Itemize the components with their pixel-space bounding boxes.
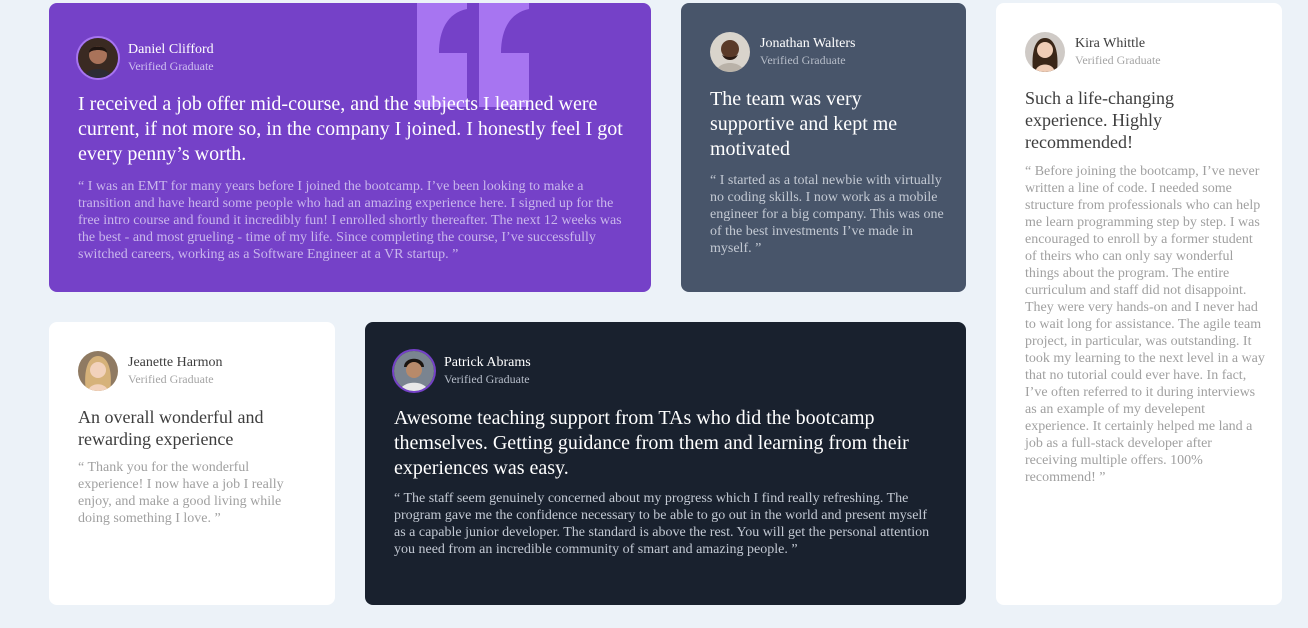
testimonial-headline: Such a life-changing experience. Highly … <box>1025 88 1174 152</box>
author-name: Jeanette Harmon <box>128 355 223 370</box>
testimonial-headline: Awesome teaching support from TAs who di… <box>394 407 909 479</box>
testimonial-headline: I received a job offer mid-course, and t… <box>78 93 623 165</box>
testimonial-body: “ Thank you for the wonderful experience… <box>78 460 284 526</box>
testimonial-card-kira: Kira Whittle Verified Graduate Such a li… <box>996 3 1282 605</box>
avatar <box>78 38 118 78</box>
author: Daniel Clifford Verified Graduate <box>78 38 214 78</box>
testimonial-card-patrick: Patrick Abrams Verified Graduate Awesome… <box>365 322 966 605</box>
author-status: Verified Graduate <box>128 372 214 386</box>
testimonial-headline: The team was very supportive and kept me… <box>710 88 898 160</box>
testimonial-card-jonathan: Jonathan Walters Verified Graduate The t… <box>681 3 966 292</box>
author-name: Jonathan Walters <box>760 36 856 51</box>
avatar <box>1025 32 1065 72</box>
testimonial-card-daniel: Daniel Clifford Verified Graduate I rece… <box>49 3 651 292</box>
testimonial-headline: An overall wonderful and rewarding exper… <box>78 407 264 449</box>
author: Patrick Abrams Verified Graduate <box>394 351 531 391</box>
avatar <box>78 351 118 391</box>
avatar <box>710 32 750 72</box>
author: Jonathan Walters Verified Graduate <box>710 32 855 72</box>
testimonial-body: “ I started as a total newbie with virtu… <box>710 173 944 256</box>
author-status: Verified Graduate <box>128 59 214 73</box>
author-name: Kira Whittle <box>1075 36 1146 51</box>
testimonial-body: “ Before joining the bootcamp, I’ve neve… <box>1025 164 1265 485</box>
author-name: Daniel Clifford <box>128 42 214 57</box>
author: Kira Whittle Verified Graduate <box>1025 32 1161 72</box>
author-status: Verified Graduate <box>760 53 846 67</box>
author-status: Verified Graduate <box>444 372 530 386</box>
avatar <box>394 351 434 391</box>
testimonial-body: “ The staff seem genuinely concerned abo… <box>394 491 930 557</box>
testimonial-body: “ I was an EMT for many years before I j… <box>78 179 622 262</box>
author-status: Verified Graduate <box>1075 53 1161 67</box>
author-name: Patrick Abrams <box>444 355 531 370</box>
author: Jeanette Harmon Verified Graduate <box>78 351 222 391</box>
testimonial-card-jeanette: Jeanette Harmon Verified Graduate An ove… <box>49 322 335 605</box>
